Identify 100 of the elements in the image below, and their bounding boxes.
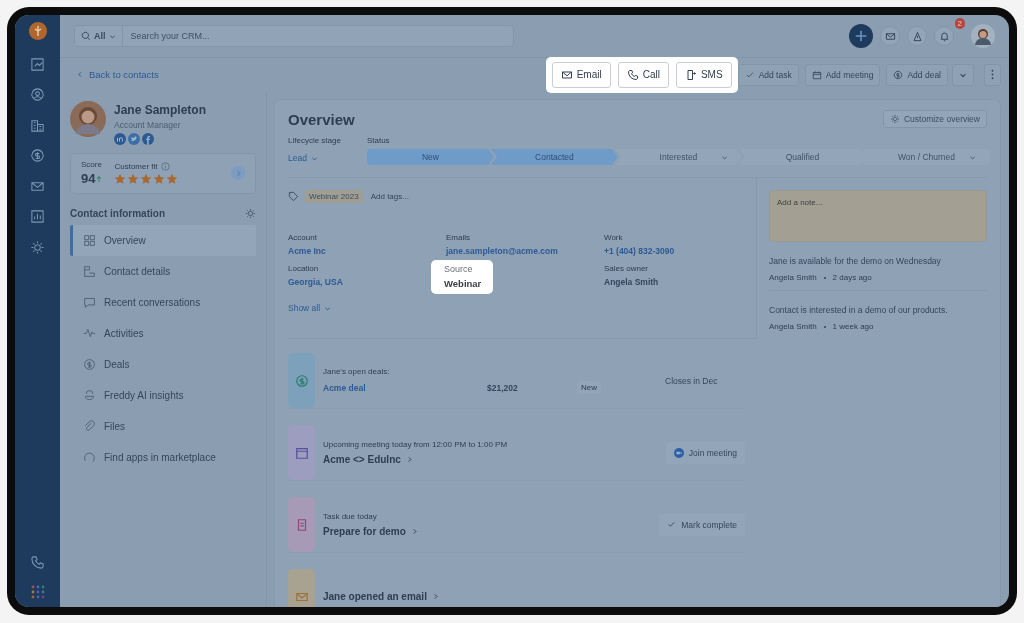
field-label: Source [444, 264, 474, 274]
dollar-icon [294, 373, 309, 388]
status-stage[interactable]: Interested [614, 149, 742, 165]
check-icon [667, 520, 677, 529]
envelope-icon [560, 68, 573, 81]
field-label: Sales owner [604, 264, 650, 273]
deal-amount: $21,202 [487, 382, 519, 393]
arc-icon [83, 451, 96, 464]
star-icon [127, 172, 140, 185]
activity-icon [83, 327, 96, 340]
field-value: Webinar [444, 278, 482, 289]
logo-icon[interactable] [27, 21, 48, 41]
action-button[interactable]: Email [551, 61, 611, 88]
chevron-left-icon [76, 71, 83, 78]
nav-item[interactable]: Activities [70, 318, 256, 349]
check-icon [744, 69, 755, 80]
action-button[interactable]: Add task [737, 63, 799, 86]
warning-icon [911, 30, 923, 42]
tag: Webinar 2023 [305, 190, 363, 203]
search-field[interactable]: All Search your CRM... [74, 25, 514, 47]
avatar-icon[interactable] [971, 24, 995, 48]
contact-name: Jane Sampleton [114, 103, 207, 117]
add-button[interactable] [849, 24, 873, 48]
note-text: Jane is available for the demo on Wednesday [769, 256, 942, 266]
phone-arrow-icon [684, 68, 697, 81]
notifications-button[interactable] [934, 26, 954, 46]
card-title-link[interactable]: Acme <> EduInc [323, 454, 658, 465]
note-time: 2 days ago [832, 273, 872, 282]
settings-icon[interactable] [245, 208, 256, 219]
contact-icon[interactable] [30, 87, 45, 102]
search-scope-dropdown[interactable]: All [75, 26, 123, 46]
field-link[interactable]: Acme Inc [288, 246, 326, 256]
dashboard-icon[interactable] [30, 56, 45, 72]
field-label: Location [288, 264, 320, 273]
back-link[interactable]: Back to contacts [76, 69, 159, 80]
mark-complete-button[interactable]: Mark complete [659, 513, 745, 536]
app-grid-icon[interactable] [30, 585, 45, 599]
section-heading: Contact information [70, 208, 165, 219]
star-icon [166, 172, 179, 185]
nav-item[interactable]: Recent conversations [70, 287, 256, 318]
action-button[interactable]: Call [617, 61, 669, 88]
paperclip-icon [83, 420, 96, 433]
action-button[interactable]: Add meeting [804, 63, 881, 86]
status-stage[interactable]: Won / Churned [863, 149, 990, 165]
field-link[interactable]: Georgia, USA [288, 277, 343, 287]
nav-item[interactable]: Files [70, 411, 256, 442]
add-tags-field[interactable]: Add tags... [368, 191, 453, 202]
status-stage[interactable]: Contacted [490, 149, 618, 165]
field-label: Account [288, 233, 318, 242]
field-link[interactable]: jane.sampleton@acme.com [446, 246, 558, 256]
nav-item[interactable]: Freddy AI insights [70, 380, 256, 411]
video-icon [673, 447, 684, 458]
calendar-icon [294, 445, 309, 460]
lifecycle-label: Lifecycle stage [288, 136, 341, 145]
nav-item[interactable]: Overview [70, 225, 256, 256]
settings-icon [889, 114, 900, 124]
field-link[interactable]: +1 (404) 832-3090 [604, 246, 675, 256]
join-meeting-button[interactable]: Join meeting [665, 441, 745, 464]
facebook-icon[interactable] [142, 133, 154, 145]
nav-item[interactable]: Contact details [70, 256, 256, 287]
star-icon [114, 172, 127, 185]
deal-link[interactable]: Acme deal [323, 382, 487, 393]
calendar-icon [811, 69, 822, 80]
overview-title: Overview [288, 110, 355, 128]
dollar-icon[interactable] [30, 148, 45, 163]
building-icon[interactable] [30, 117, 45, 133]
nav-item[interactable]: Find apps in marketplace [70, 442, 256, 473]
more-icon [991, 69, 994, 80]
phone-icon[interactable] [30, 554, 45, 570]
twitter-icon[interactable] [128, 133, 140, 145]
lifecycle-dropdown[interactable]: Lead [288, 153, 341, 163]
note-field[interactable]: Add a note... [769, 190, 987, 242]
note-author: Angela Smith [769, 273, 817, 282]
linkedin-icon[interactable] [114, 133, 126, 145]
action-button[interactable]: SMS [675, 61, 732, 88]
alert-button[interactable] [907, 26, 927, 46]
deal-stage: New [577, 381, 601, 394]
bar-chart-icon[interactable] [30, 209, 45, 224]
field-label: Work [604, 233, 624, 242]
chat-icon [83, 296, 96, 309]
notification-count: 2 [954, 18, 965, 29]
field-label: Emails [446, 233, 471, 242]
contact-title: Account Manager [114, 120, 182, 130]
customize-button[interactable]: Customize overview [882, 110, 987, 128]
search-icon [81, 31, 91, 41]
tag-icon [288, 191, 299, 202]
card-title-link[interactable]: Prepare for demo [323, 526, 652, 537]
note-author: Angela Smith [769, 322, 817, 331]
card-title-link[interactable]: Jane opened an email [323, 591, 745, 602]
customer-fit-label: Customer fit [114, 161, 158, 171]
mail-button[interactable] [880, 26, 900, 46]
show-all-link[interactable]: Show all [288, 303, 756, 313]
info-icon[interactable] [160, 161, 170, 171]
card-caption: Jane's open deals: [323, 367, 391, 376]
action-button[interactable]: Add deal [886, 63, 948, 86]
status-stage[interactable]: New [366, 149, 494, 165]
settings-icon[interactable] [30, 239, 45, 255]
field-value: Angela Smith [604, 277, 659, 287]
status-stage[interactable]: Qualified [738, 149, 866, 165]
nav-item[interactable]: Deals [70, 349, 256, 380]
